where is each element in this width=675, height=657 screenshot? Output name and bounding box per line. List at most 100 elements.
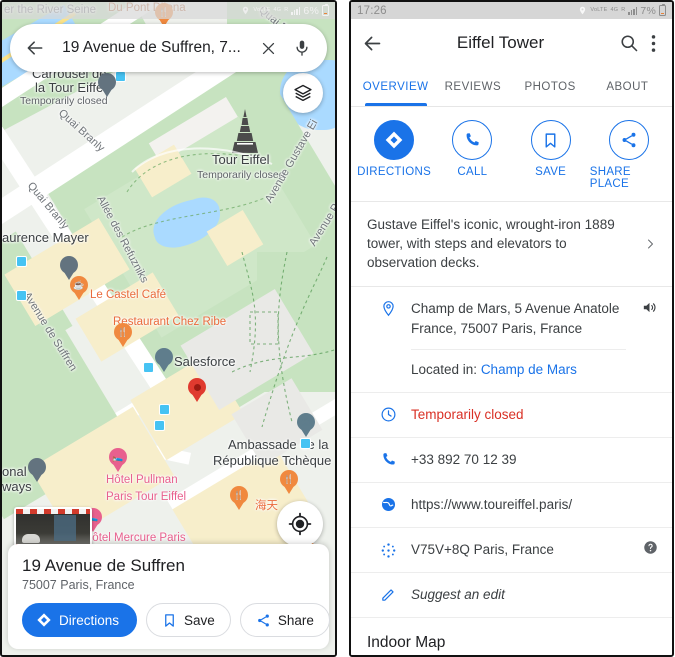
pencil-icon (365, 573, 411, 603)
left-status-bar: VoLTE 4G R 6% (2, 2, 335, 19)
row-plus-code[interactable]: V75V+8Q Paris, France (351, 528, 672, 573)
share-button[interactable]: Share (239, 603, 330, 637)
map-label: Hôtel Mercure Paris (84, 532, 186, 544)
save-button[interactable]: Save (146, 603, 231, 637)
speaker-icon[interactable] (626, 287, 658, 316)
place-description-row[interactable]: Gustave Eiffel's iconic, wrought-iron 18… (351, 202, 672, 287)
share-icon (608, 120, 649, 160)
action-save[interactable]: SAVE (512, 120, 590, 190)
row-hours[interactable]: Temporarily closed (351, 393, 672, 438)
back-arrow-icon[interactable] (24, 37, 46, 59)
right-status-bar: 17:26 VoLTE 4G R 7% (351, 2, 672, 19)
place-tabs: OVERVIEW REVIEWS PHOTOS ABOUT (351, 67, 672, 107)
action-call[interactable]: CALL (433, 120, 511, 190)
map-label: Salesforce (174, 354, 236, 369)
clock-icon (365, 393, 411, 423)
share-icon (256, 613, 271, 628)
action-call-label: CALL (457, 166, 488, 178)
place-description-text: Gustave Eiffel's iconic, wrought-iron 18… (367, 217, 615, 270)
my-location-icon (288, 512, 312, 536)
help-icon[interactable] (626, 528, 658, 555)
phone-number: +33 892 70 12 39 (411, 452, 517, 467)
transit-marker[interactable] (16, 256, 27, 267)
bookmark-icon (530, 120, 571, 160)
roaming-indicator: R (284, 6, 289, 13)
tab-about[interactable]: ABOUT (589, 67, 666, 106)
location-icon (241, 5, 250, 16)
transit-marker[interactable] (115, 71, 126, 82)
map-layers-button[interactable] (283, 73, 323, 113)
place-action-chips: Directions Save Share (22, 603, 330, 637)
transit-marker[interactable] (154, 420, 165, 431)
phone-icon (452, 120, 493, 160)
row-website[interactable]: https://www.toureiffel.paris/ (351, 483, 672, 528)
network-gen-indicator: 4G (273, 6, 282, 13)
directions-label: Directions (59, 612, 120, 628)
page-title: Eiffel Tower (456, 33, 545, 52)
directions-button[interactable]: Directions (22, 603, 138, 637)
row-phone[interactable]: +33 892 70 12 39 (351, 438, 672, 483)
battery-icon (659, 3, 666, 16)
map-label: Temporarily closed (20, 95, 108, 107)
plus-code-value: V75V+8Q Paris, France (411, 542, 554, 557)
map-label: onal (2, 464, 27, 479)
close-icon[interactable] (257, 37, 279, 59)
action-save-label: SAVE (535, 166, 567, 178)
transit-marker[interactable] (16, 290, 27, 301)
indoor-map-title: Indoor Map (367, 634, 446, 651)
tab-photos-label: PHOTOS (524, 80, 576, 93)
microphone-icon[interactable] (291, 37, 313, 59)
row-plus-code-body: V75V+8Q Paris, France (411, 528, 626, 572)
share-label: Share (277, 612, 314, 628)
search-icon[interactable] (618, 32, 640, 54)
search-input[interactable]: 19 Avenue de Suffren, 7... (58, 39, 245, 57)
row-suggest-edit-body: Suggest an edit (411, 573, 626, 617)
map-label: aurence Mayer (2, 230, 89, 245)
action-directions-label: DIRECTIONS (357, 166, 432, 178)
located-in-link[interactable]: Champ de Mars (481, 362, 577, 377)
volte-indicator: VoLTE (253, 6, 271, 13)
tab-photos[interactable]: PHOTOS (512, 67, 589, 106)
row-address[interactable]: Champ de Mars, 5 Avenue Anatole France, … (351, 287, 672, 393)
volte-indicator: VoLTE (590, 6, 608, 13)
map-label: Paris Tour Eiffel (106, 491, 187, 503)
place-title: 19 Avenue de Suffren (22, 556, 185, 575)
battery-icon (322, 3, 329, 16)
more-vert-icon[interactable] (644, 32, 662, 54)
row-phone-body: +33 892 70 12 39 (411, 438, 626, 482)
back-arrow-icon[interactable] (361, 32, 383, 54)
tab-overview[interactable]: OVERVIEW (357, 67, 434, 106)
map-label: Le Castel Café (90, 289, 167, 301)
tab-reviews[interactable]: REVIEWS (434, 67, 511, 106)
map-label: Ambassade de la (228, 437, 329, 452)
place-app-bar: Eiffel Tower (351, 19, 672, 67)
map-search-bar[interactable]: 19 Avenue de Suffren, 7... (10, 24, 327, 72)
save-label: Save (184, 612, 215, 628)
action-share-place[interactable]: SHARE PLACE (590, 120, 668, 190)
right-phone-place-screen: 17:26 VoLTE 4G R 7% Eiffel Tower OVERVIE… (349, 0, 674, 657)
website-url: https://www.toureiffel.paris/ (411, 497, 573, 512)
left-status-indicators: VoLTE 4G R 6% (241, 3, 329, 17)
row-website-trailing (626, 483, 658, 495)
located-in-prefix: Located in: (411, 362, 481, 377)
place-bottom-card: 19 Avenue de Suffren 75007 Paris, France… (8, 544, 330, 649)
action-directions[interactable]: DIRECTIONS (355, 120, 433, 190)
transit-marker[interactable] (300, 438, 311, 449)
address-line-2: France, 75007 Paris, France (411, 321, 583, 336)
row-suggest-edit[interactable]: Suggest an edit (351, 573, 672, 618)
my-location-button[interactable] (277, 501, 323, 547)
address-line-1: Champ de Mars, 5 Avenue Anatole (411, 301, 620, 316)
row-hours-trailing (626, 393, 658, 405)
left-phone-map-screen: er the River SeineDu Pont D'IenaQuai BrC… (0, 0, 337, 657)
transit-marker[interactable] (143, 362, 154, 373)
screenshot-stage: er the River SeineDu Pont D'IenaQuai BrC… (0, 0, 675, 657)
map-label: la Tour Eiffel (35, 80, 107, 95)
signal-bars-icon (628, 6, 638, 15)
tab-reviews-label: REVIEWS (444, 80, 502, 93)
right-status-time: 17:26 (357, 4, 387, 17)
row-address-body: Champ de Mars, 5 Avenue Anatole France, … (411, 287, 626, 392)
action-share-place-label: SHARE PLACE (589, 166, 631, 190)
transit-marker[interactable] (159, 404, 170, 415)
tab-about-label: ABOUT (606, 80, 649, 93)
signal-bars-icon (291, 6, 301, 15)
